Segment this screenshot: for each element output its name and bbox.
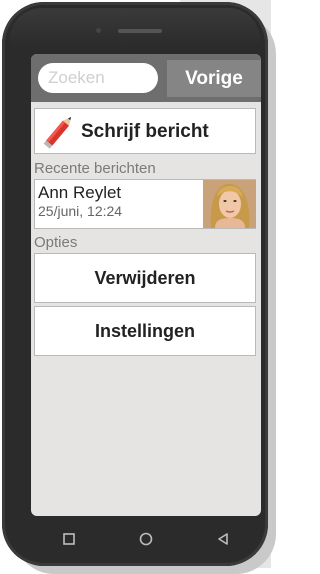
pencil-icon [39, 113, 79, 156]
compose-button[interactable]: Schrijf bericht [34, 108, 256, 154]
search-input[interactable] [38, 63, 158, 93]
delete-button[interactable]: Verwijderen [34, 253, 256, 303]
options-heading: Opties [34, 234, 78, 251]
message-sender: Ann Reylet [38, 183, 122, 202]
message-list-item[interactable]: Ann Reylet 25/juni, 12:24 [34, 179, 256, 229]
contact-avatar [203, 180, 256, 228]
settings-button[interactable]: Instellingen [34, 306, 256, 356]
front-camera [96, 28, 101, 33]
navigation-bar [31, 516, 261, 562]
screen: Vorige Schrijf bericht Recente berichten… [31, 54, 261, 516]
compose-label: Schrijf bericht [81, 121, 209, 142]
earpiece-speaker [118, 29, 162, 33]
back-icon[interactable] [208, 524, 238, 554]
recent-messages-heading: Recente berichten [34, 160, 156, 177]
recent-apps-icon[interactable] [54, 524, 84, 554]
phone-bezel [10, 8, 260, 48]
message-timestamp: 25/juni, 12:24 [38, 203, 123, 219]
home-icon[interactable] [131, 524, 161, 554]
back-button[interactable]: Vorige [167, 60, 261, 97]
top-bar: Vorige [31, 54, 261, 102]
